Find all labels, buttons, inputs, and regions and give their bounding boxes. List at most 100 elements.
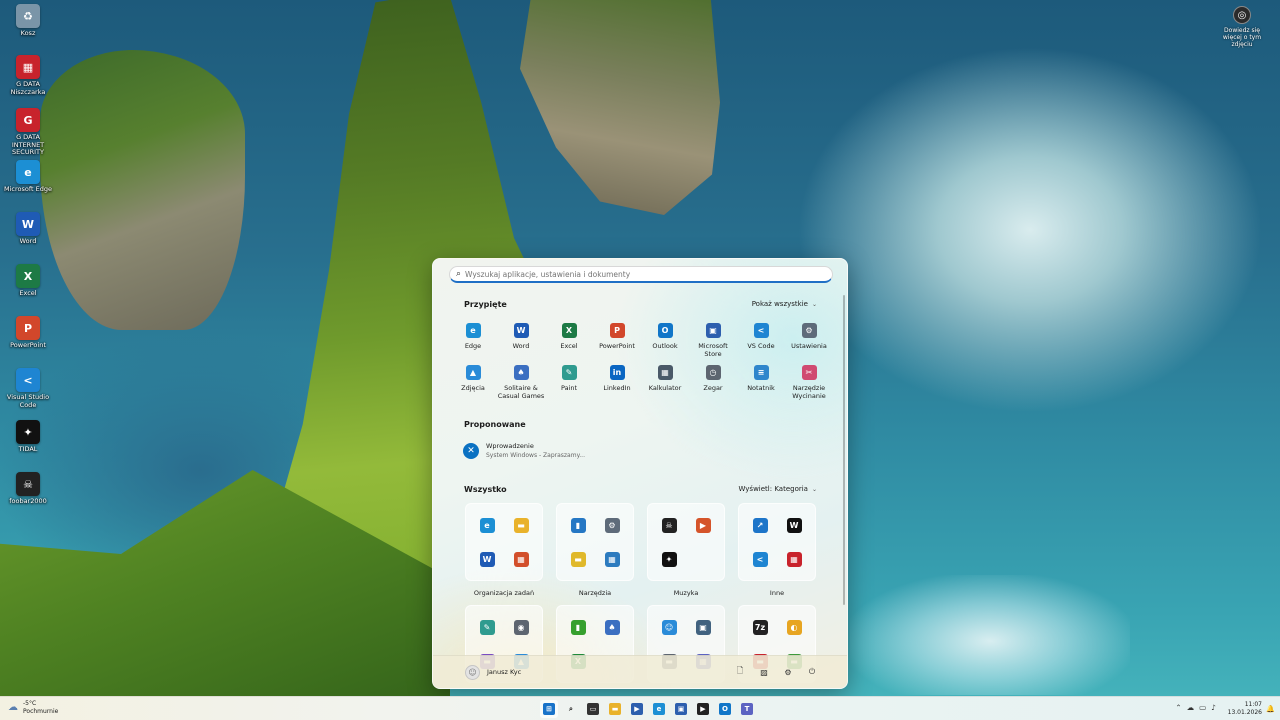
- notification-bell-icon[interactable]: 🔔: [1266, 705, 1275, 713]
- pinned-app[interactable]: X Excel: [545, 321, 593, 363]
- documents-icon[interactable]: 🗋: [733, 665, 747, 679]
- pinned-app[interactable]: ▲ Zdjęcia: [449, 363, 497, 405]
- pinned-app[interactable]: ▦ Kalkulator: [641, 363, 689, 405]
- clock[interactable]: 11:07 13.01.2026: [1228, 701, 1262, 716]
- app-category-folder[interactable]: e ▬ W ▦ Organizacja zadań: [465, 503, 543, 597]
- app-category-folder[interactable]: ☠ ▶ ✦ Muzyka: [647, 503, 725, 597]
- show-all-button[interactable]: Pokaż wszystkie ⌄: [752, 300, 817, 308]
- pinned-app-label: Outlook: [652, 342, 678, 350]
- app-category-folder[interactable]: ↗ W < ▦ Inne: [738, 503, 816, 597]
- cloud-icon: ☁: [8, 702, 18, 713]
- gear-icon: ⚙: [801, 323, 817, 338]
- category-cell: ✦: [652, 542, 686, 576]
- excel-icon: X: [16, 264, 40, 288]
- desktop-icon[interactable]: GG DATA INTERNET SECURITY: [0, 108, 56, 157]
- wallpaper-info-label: Dowiedz się więcej o tym zdjęciu: [1222, 27, 1262, 48]
- taskbar: ☁ -5°C Pochmurnie ⊞ ⌕ ▭ ▬ ▶ e ▣ ▶ O T ⌃ ☁ ▭ ♪ 11:…: [0, 696, 1280, 720]
- notepad-icon: ≡: [753, 365, 769, 380]
- pinned-app-label: Microsoft Store: [698, 342, 728, 358]
- teams-icon[interactable]: T: [738, 700, 756, 718]
- pinned-app[interactable]: e Edge: [449, 321, 497, 363]
- outlook-icon[interactable]: O: [716, 700, 734, 718]
- volume-icon[interactable]: ♪: [1211, 703, 1216, 712]
- category-icon-box[interactable]: ☠ ▶ ✦: [647, 503, 725, 581]
- file-explorer-icon[interactable]: ▬: [606, 700, 624, 718]
- pictures-icon[interactable]: ▨: [757, 665, 771, 679]
- chevron-down-icon: ⌄: [811, 485, 817, 493]
- store-icon[interactable]: ▣: [672, 700, 690, 718]
- pinned-app-label: VS Code: [747, 342, 775, 350]
- office-icon: ▦: [513, 551, 529, 567]
- settings-shortcut-icon[interactable]: ⚙: [781, 665, 795, 679]
- desktop-icon[interactable]: ✦ TIDAL: [0, 420, 56, 454]
- pinned-app[interactable]: P PowerPoint: [593, 321, 641, 363]
- pinned-app[interactable]: ♠ Solitaire & Casual Games: [497, 363, 545, 405]
- user-account-button[interactable]: ☺ Janusz Kyc: [465, 664, 522, 680]
- pinned-app-label: Excel: [560, 342, 578, 350]
- pinned-app[interactable]: < VS Code: [737, 321, 785, 363]
- media-player-icon[interactable]: ▶: [628, 700, 646, 718]
- tidal-icon: ✦: [16, 420, 40, 444]
- file-explorer-icon: ▬: [513, 517, 529, 533]
- pinned-app[interactable]: W Word: [497, 321, 545, 363]
- pinned-app[interactable]: ▣ Microsoft Store: [689, 321, 737, 363]
- desktop-icon-label: foobar2000: [9, 497, 47, 505]
- category-cell: ▦: [504, 542, 538, 576]
- category-cell: e: [470, 508, 504, 542]
- start-search-box[interactable]: ⌕: [449, 266, 833, 283]
- pinned-app[interactable]: O Outlook: [641, 321, 689, 363]
- network-icon[interactable]: ▭: [1199, 703, 1206, 712]
- desktop-icon-label: Excel: [19, 289, 37, 297]
- pinned-app-label: Zegar: [703, 384, 723, 392]
- pinned-app-label: Narzędzie Wycinanie: [792, 384, 826, 400]
- tidal-icon: ✦: [661, 551, 677, 567]
- desktop-icon[interactable]: X Excel: [0, 264, 56, 298]
- start-menu-scrollbar[interactable]: [843, 295, 845, 605]
- desktop-icon[interactable]: ☠ foobar2000: [0, 472, 56, 506]
- cloud-sync-icon[interactable]: ☁: [1187, 703, 1195, 712]
- search-icon[interactable]: ⌕: [562, 700, 580, 718]
- pinned-app[interactable]: ⚙ Ustawienia: [785, 321, 833, 363]
- desktop-icon[interactable]: e Microsoft Edge: [0, 160, 56, 194]
- snipping-tool-icon: ✂: [801, 365, 817, 380]
- user-name: Janusz Kyc: [487, 668, 522, 676]
- recommended-item-get-started[interactable]: ✕ Wprowadzenie System Windows - Zaprasza…: [463, 442, 585, 459]
- category-icon-box[interactable]: ↗ W < ▦: [738, 503, 816, 581]
- wallpaper-right-cliff: [520, 0, 720, 215]
- power-icon[interactable]: ⏻: [805, 665, 819, 679]
- pinned-app[interactable]: ≡ Notatnik: [737, 363, 785, 405]
- view-category-button[interactable]: Wyświetl: Kategoria ⌄: [738, 485, 817, 493]
- desktop-icon[interactable]: W Word: [0, 212, 56, 246]
- word-icon: W: [16, 212, 40, 236]
- wallpaper-info-button[interactable]: ◎ Dowiedz się więcej o tym zdjęciu: [1216, 6, 1268, 48]
- category-icon-box[interactable]: e ▬ W ▦: [465, 503, 543, 581]
- weather-widget[interactable]: ☁ -5°C Pochmurnie: [8, 700, 58, 715]
- task-view-icon[interactable]: ▭: [584, 700, 602, 718]
- start-button[interactable]: ⊞: [540, 700, 558, 718]
- desktop-icon-label: G DATA INTERNET SECURITY: [11, 133, 45, 156]
- desktop-icon[interactable]: ▦ G DATA Niszczarka: [0, 55, 56, 96]
- foobar-icon[interactable]: ▶: [694, 700, 712, 718]
- pinned-app[interactable]: ✎ Paint: [545, 363, 593, 405]
- category-label: Organizacja zadań: [473, 589, 535, 597]
- category-cell: ↗: [743, 508, 777, 542]
- start-search-input[interactable]: [465, 269, 806, 279]
- chevron-up-icon[interactable]: ⌃: [1175, 703, 1181, 712]
- all-apps-section-title: Wszystko: [464, 485, 507, 494]
- pinned-app[interactable]: ✂ Narzędzie Wycinanie: [785, 363, 833, 405]
- app-category-folder[interactable]: ▮ ⚙ ▬ ▦ Narzędzia: [556, 503, 634, 597]
- desktop-icon[interactable]: P PowerPoint: [0, 316, 56, 350]
- edge-icon[interactable]: e: [650, 700, 668, 718]
- desktop-icon[interactable]: < Visual Studio Code: [0, 368, 56, 409]
- category-icon-box[interactable]: ▮ ⚙ ▬ ▦: [556, 503, 634, 581]
- edge-icon: e: [16, 160, 40, 184]
- search-icon: ⌕: [456, 269, 462, 279]
- desktop-icon-label: Microsoft Edge: [3, 185, 52, 193]
- pinned-app[interactable]: ◷ Zegar: [689, 363, 737, 405]
- task-view-icon: ▭: [587, 703, 599, 715]
- desktop-icon[interactable]: ♻ Kosz: [0, 4, 56, 38]
- linkedin-icon: in: [609, 365, 625, 380]
- pinned-app[interactable]: in LinkedIn: [593, 363, 641, 405]
- link-icon: ↗: [752, 517, 768, 533]
- wallpaper-left-cliff: [40, 50, 245, 330]
